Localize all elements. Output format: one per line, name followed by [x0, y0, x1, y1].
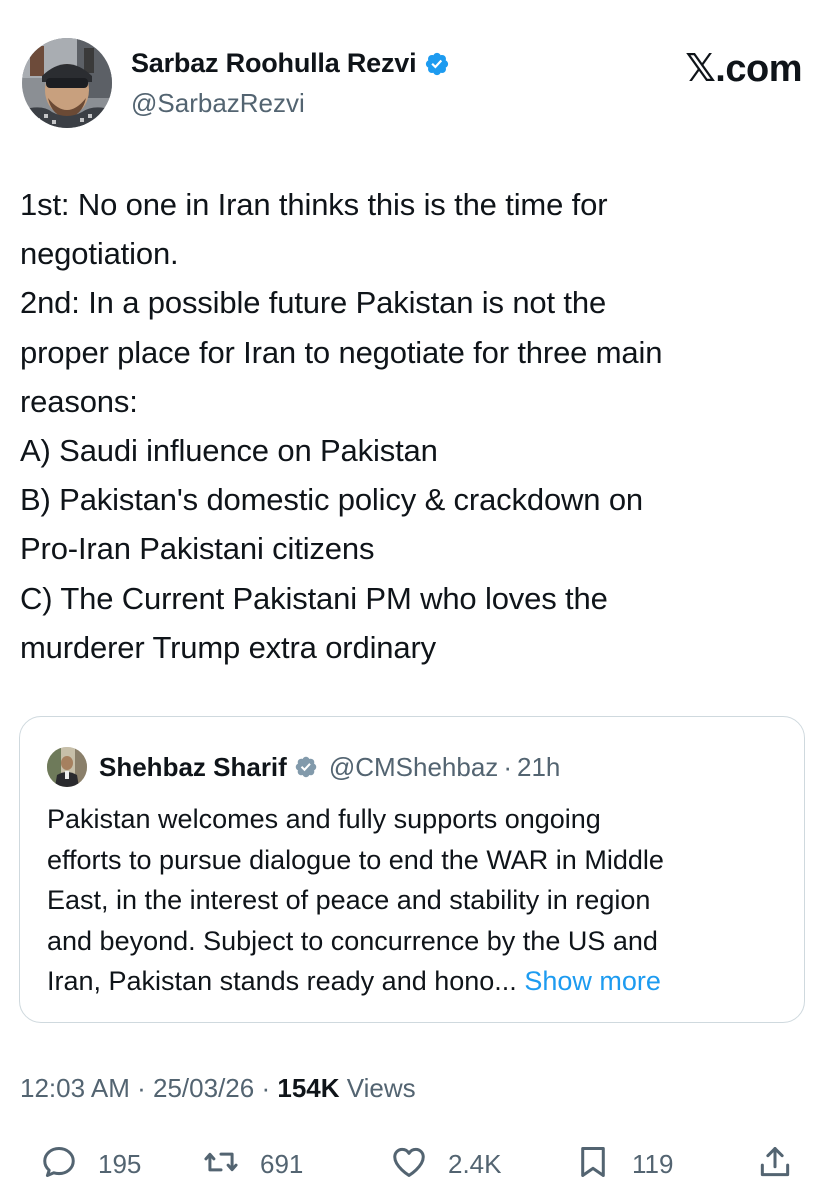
verified-badge-icon	[424, 51, 450, 77]
like-count: 2.4K	[448, 1148, 502, 1179]
quoted-line: East, in the interest of peace and stabi…	[47, 885, 651, 916]
tweet-line: B) Pakistan's domestic policy & crackdow…	[20, 482, 644, 518]
tweet-line: proper place for Iran to negotiate for t…	[20, 334, 663, 370]
quoted-tweet-text: Pakistan welcomes and fully supports ong…	[47, 799, 787, 1002]
author-display-name[interactable]: Sarbaz Roohulla Rezvi	[131, 48, 417, 79]
quoted-tweet-card[interactable]: Shehbaz Sharif @CMShehbaz · 21h Pakistan…	[19, 716, 805, 1023]
tweet-line: negotiation.	[20, 236, 179, 272]
like-button[interactable]: 2.4K	[390, 1142, 502, 1186]
bookmark-count: 119	[632, 1148, 674, 1179]
views-label: Views	[346, 1073, 416, 1103]
reply-count: 195	[98, 1148, 142, 1179]
tweet-date[interactable]: 25/03/26	[153, 1073, 254, 1103]
quoted-author-handle[interactable]: @CMShehbaz	[329, 752, 498, 783]
author-name-row: Sarbaz Roohulla Rezvi	[131, 48, 450, 79]
action-bar: 195 691 2.4K 119	[0, 1142, 824, 1186]
repost-icon	[202, 1143, 240, 1186]
quoted-tweet-header: Shehbaz Sharif @CMShehbaz · 21h	[47, 747, 560, 787]
separator-dot: ·	[261, 1073, 271, 1103]
tweet-line: A) Saudi influence on Pakistan	[20, 433, 438, 469]
quoted-line: efforts to pursue dialogue to end the WA…	[47, 844, 664, 875]
repost-button[interactable]: 691	[202, 1142, 303, 1186]
tweet-line: murderer Trump extra ordinary	[20, 629, 437, 665]
gray-verified-badge-icon	[294, 755, 318, 779]
tweet-time[interactable]: 12:03 AM	[20, 1073, 130, 1103]
bookmark-icon	[574, 1143, 612, 1186]
quoted-line: and beyond. Subject to concurrence by th…	[47, 925, 658, 956]
repost-count: 691	[260, 1148, 304, 1179]
tweet-header: Sarbaz Roohulla Rezvi @SarbazRezvi 𝕏.com	[22, 38, 802, 134]
separator-dot: ·	[137, 1073, 146, 1103]
x-logo: 𝕏.com	[685, 48, 802, 90]
tweet-text: 1st: No one in Iran thinks this is the t…	[20, 180, 810, 672]
share-icon	[756, 1143, 794, 1186]
tweet-line: Pro-Iran Pakistani citizens	[20, 531, 375, 567]
reply-icon	[40, 1143, 78, 1186]
reply-button[interactable]: 195	[40, 1142, 141, 1186]
heart-icon	[390, 1143, 428, 1186]
views-count: 154K	[277, 1073, 340, 1103]
quoted-truncated-text: Iran, Pakistan stands ready and hono...	[47, 966, 517, 997]
quoted-timestamp[interactable]: 21h	[517, 752, 560, 783]
bookmark-button[interactable]: 119	[574, 1142, 673, 1186]
show-more-link[interactable]: Show more	[524, 966, 661, 996]
quoted-line-last: Iran, Pakistan stands ready and hono... …	[47, 961, 787, 1002]
author-handle[interactable]: @SarbazRezvi	[131, 88, 305, 119]
quoted-author-display-name[interactable]: Shehbaz Sharif	[99, 752, 287, 783]
tweet-meta: 12:03 AM · 25/03/26 · 154K Views	[20, 1073, 416, 1104]
tweet-line: 2nd: In a possible future Pakistan is no…	[20, 285, 607, 321]
tweet-line: reasons:	[20, 383, 138, 419]
quoted-author-avatar[interactable]	[47, 747, 87, 787]
tweet-line: 1st: No one in Iran thinks this is the t…	[20, 187, 608, 222]
share-button[interactable]	[756, 1142, 794, 1186]
author-avatar[interactable]	[22, 38, 112, 128]
separator-dot: ·	[503, 751, 512, 782]
tweet-line: C) The Current Pakistani PM who loves th…	[20, 580, 608, 616]
quoted-line: Pakistan welcomes and fully supports ong…	[47, 804, 601, 834]
